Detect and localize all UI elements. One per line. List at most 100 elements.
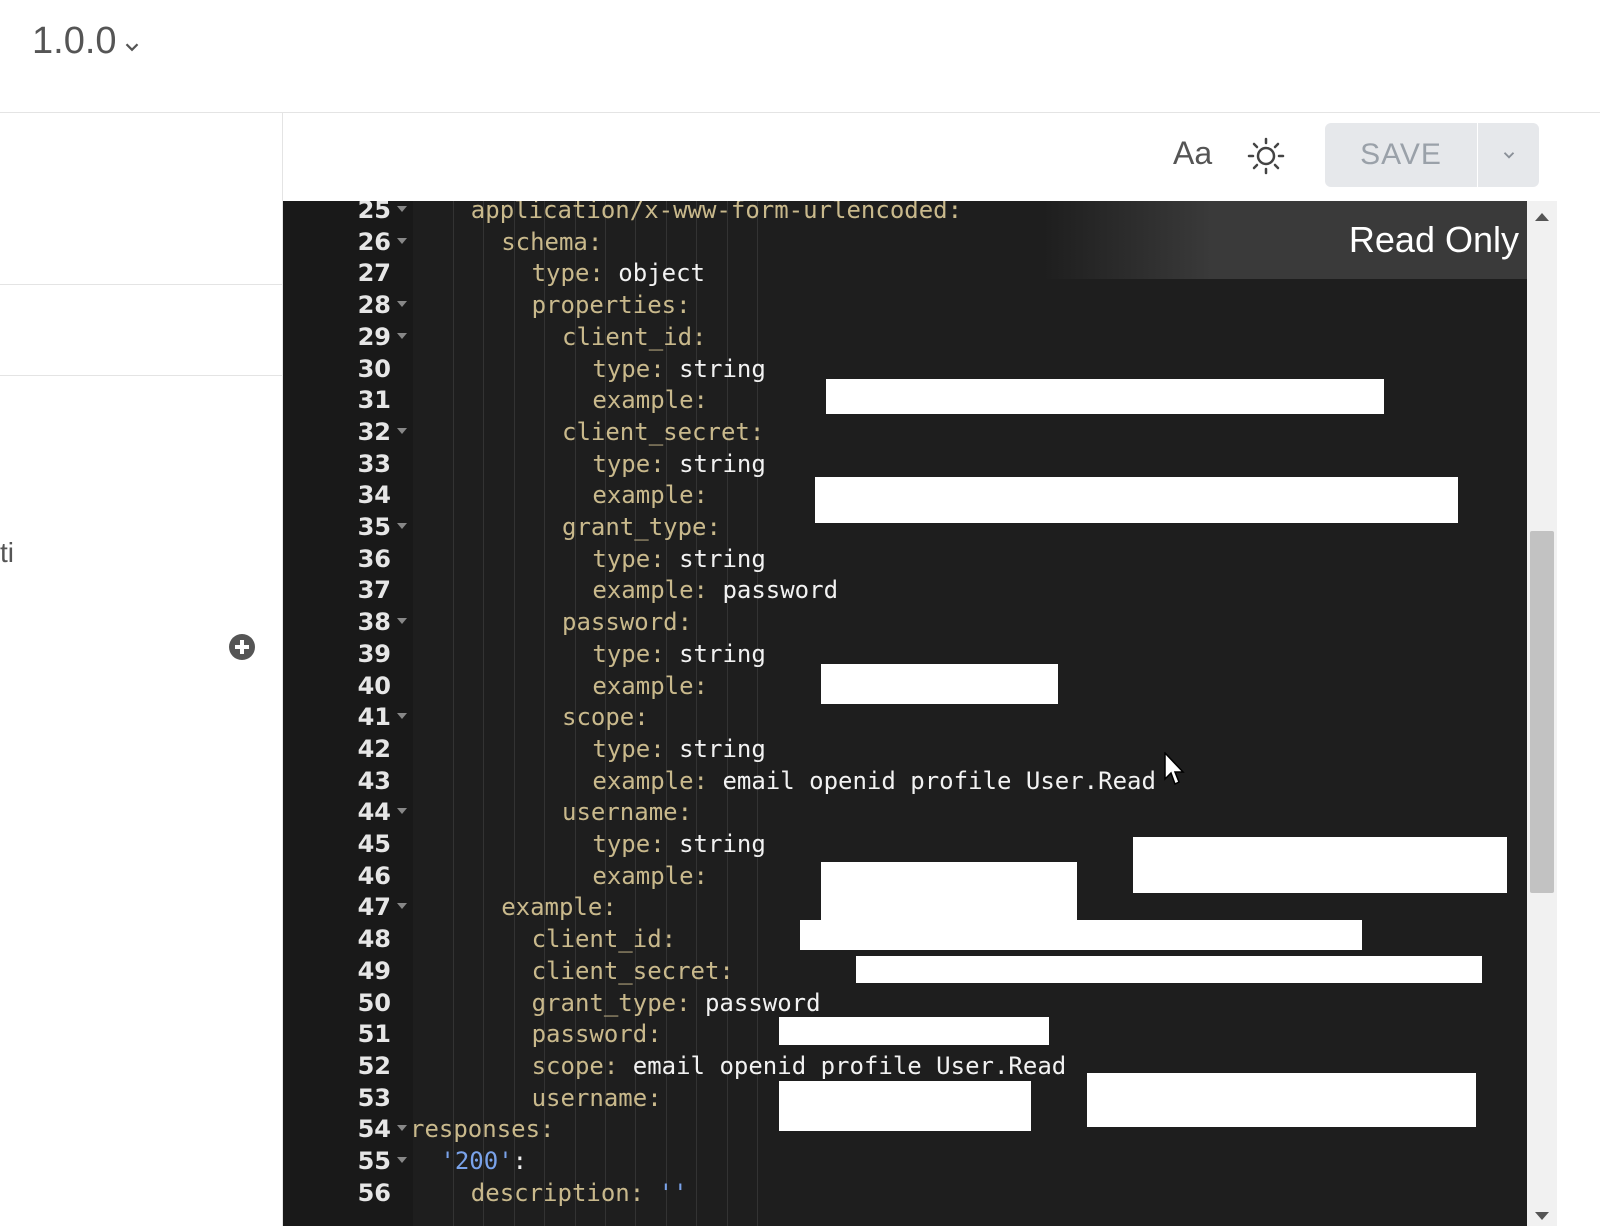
line-number: 30 xyxy=(357,354,391,383)
code-line: 44 username: xyxy=(283,796,1527,828)
editor-scrollbar[interactable] xyxy=(1527,201,1557,1226)
yaml-key: description: xyxy=(470,1178,659,1207)
line-number: 55 xyxy=(357,1147,391,1175)
sidebar-row[interactable] xyxy=(0,113,282,285)
code-line: 55 '200': xyxy=(283,1145,1527,1177)
code-editor[interactable]: 25 application/x-www-form-urlencoded: 26 sc… xyxy=(283,201,1527,1226)
fold-arrow-icon[interactable] xyxy=(397,206,407,212)
yaml-key: client_secret: xyxy=(562,417,765,446)
redacted-block xyxy=(1133,837,1507,893)
line-number: 56 xyxy=(357,1178,391,1207)
fold-arrow-icon[interactable] xyxy=(397,1125,407,1132)
code-text: client_id: xyxy=(532,923,691,955)
code-line: 42 type: string xyxy=(283,733,1527,765)
yaml-key: password: xyxy=(531,1020,677,1049)
redacted-block xyxy=(815,477,1458,523)
fold-arrow-icon[interactable] xyxy=(397,713,407,720)
line-number: 25 xyxy=(357,201,391,224)
fold-arrow-icon[interactable] xyxy=(397,523,407,529)
sun-icon[interactable] xyxy=(1247,137,1285,175)
line-number: 48 xyxy=(357,925,391,954)
yaml-value: email openid profile User.Read xyxy=(632,1051,1067,1080)
code-text: type: object xyxy=(532,257,705,289)
fold-arrow-icon[interactable] xyxy=(397,332,407,339)
redacted-block xyxy=(779,1017,1049,1045)
yaml-key: type: xyxy=(592,639,680,668)
mouse-pointer-icon xyxy=(1164,752,1185,786)
redacted-block xyxy=(826,379,1384,414)
code-text: client_secret: xyxy=(562,416,764,448)
fold-arrow-icon[interactable] xyxy=(397,301,407,308)
yaml-value: string xyxy=(679,449,766,478)
scroll-down-arrow-icon[interactable] xyxy=(1535,1212,1549,1220)
redacted-block xyxy=(1087,1073,1476,1127)
sidebar-partial-text: ti xyxy=(0,537,14,568)
fold-arrow-icon[interactable] xyxy=(397,1157,407,1163)
code-text: type: string xyxy=(592,638,765,670)
line-number: 41 xyxy=(357,703,391,732)
scroll-up-arrow-icon[interactable] xyxy=(1535,213,1549,221)
save-options-button[interactable] xyxy=(1478,123,1539,187)
yaml-key: properties: xyxy=(531,291,691,320)
code-text: example: xyxy=(592,479,722,511)
code-line: 28 properties: xyxy=(283,289,1527,321)
fold-arrow-icon[interactable] xyxy=(397,808,407,815)
yaml-key: type: xyxy=(592,544,680,573)
line-number: 28 xyxy=(357,291,391,320)
fold-arrow-icon[interactable] xyxy=(397,618,407,625)
code-line: 41 scope: xyxy=(283,701,1527,733)
yaml-value: string xyxy=(679,830,766,858)
sidebar: ti xyxy=(0,113,283,1226)
read-only-banner: Read Only xyxy=(1043,201,1527,279)
code-text: scope: email openid profile User.Read xyxy=(532,1050,1067,1082)
code-text: scope: xyxy=(562,701,649,733)
line-number: 40 xyxy=(357,671,391,700)
yaml-value: string xyxy=(679,354,766,383)
version-selector[interactable]: 1.0.0 xyxy=(32,20,143,63)
yaml-key: example: xyxy=(592,861,723,890)
fold-arrow-icon[interactable] xyxy=(397,427,407,434)
code-text: example: xyxy=(501,891,617,923)
yaml-key: example: xyxy=(592,766,723,795)
sidebar-row[interactable] xyxy=(0,285,282,376)
code-text: client_id: xyxy=(562,321,707,353)
code-text: type: string xyxy=(592,543,765,575)
line-number: 45 xyxy=(357,830,391,858)
read-only-label: Read Only xyxy=(1348,219,1519,260)
code-text: application/x-www-form-urlencoded: xyxy=(471,201,962,226)
line-number: 54 xyxy=(357,1115,391,1144)
add-circle-icon[interactable] xyxy=(228,633,256,661)
yaml-key: type: xyxy=(592,449,680,478)
yaml-key: scope: xyxy=(562,703,649,732)
line-number: 43 xyxy=(357,766,391,795)
code-text: description: '' xyxy=(471,1177,688,1209)
save-button[interactable]: SAVE xyxy=(1325,123,1477,187)
code-text: properties: xyxy=(532,289,691,321)
yaml-key: grant_type: xyxy=(562,513,721,541)
line-number: 42 xyxy=(357,734,391,763)
line-number: 27 xyxy=(357,259,391,288)
fold-arrow-icon[interactable] xyxy=(397,237,407,244)
yaml-value: password xyxy=(704,988,821,1017)
yaml-key: grant_type: xyxy=(531,988,705,1017)
fold-arrow-icon[interactable] xyxy=(397,903,407,910)
yaml-key: type: xyxy=(592,830,680,858)
redacted-block xyxy=(856,956,1482,983)
code-text: example: password xyxy=(592,574,838,606)
code-text: type: string xyxy=(592,828,765,860)
code-text: responses: xyxy=(410,1113,555,1145)
code-line: 32 client_secret: xyxy=(283,416,1527,448)
yaml-key: client_secret: xyxy=(531,956,749,985)
line-number: 29 xyxy=(357,322,391,351)
yaml-key: scope: xyxy=(531,1051,633,1080)
line-number: 26 xyxy=(357,227,391,256)
code-line: 50 grant_type: password xyxy=(283,987,1527,1019)
code-text: example: xyxy=(592,670,722,702)
line-number: 51 xyxy=(357,1020,391,1049)
code-line: 43 example: email openid profile User.Rea… xyxy=(283,765,1527,797)
line-number: 47 xyxy=(357,893,391,922)
yaml-value: string xyxy=(679,639,766,668)
font-size-button[interactable]: Aa xyxy=(1173,135,1212,172)
line-number: 37 xyxy=(357,576,391,605)
scrollbar-thumb[interactable] xyxy=(1530,531,1554,893)
